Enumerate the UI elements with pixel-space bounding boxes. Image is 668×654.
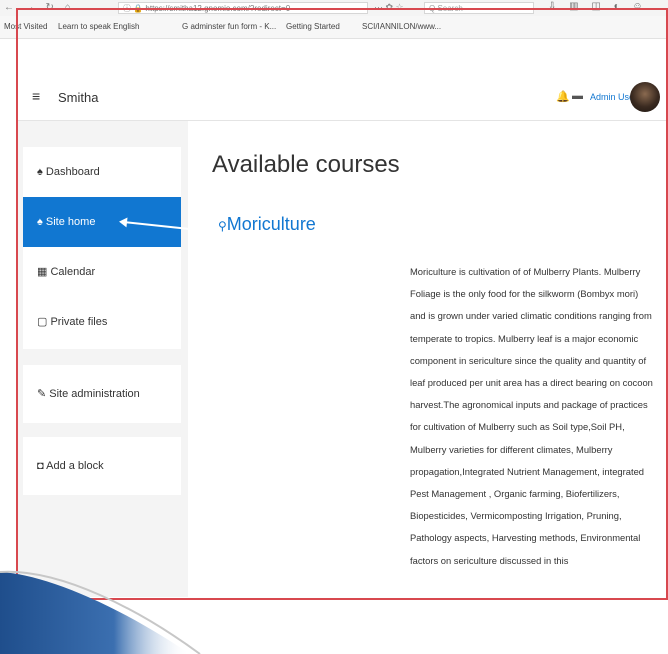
nav-block: ♠ Dashboard ♠ Site home ▦ Calendar ▢ Pri… bbox=[23, 147, 191, 349]
sidebar-nav: ♠ Dashboard ♠ Site home ▦ Calendar ▢ Pri… bbox=[18, 121, 191, 597]
sidebar-item-site-home[interactable]: ♠ Site home bbox=[23, 197, 191, 247]
sidebar-item-calendar[interactable]: ▦ Calendar bbox=[23, 247, 181, 297]
sidebar-item-add-a-block[interactable]: ◘ Add a block bbox=[23, 441, 181, 491]
bookmark-item[interactable]: SCI/IANNILON/www... bbox=[362, 22, 441, 31]
page-actions-icon[interactable]: ··· ✿ ☆ bbox=[374, 2, 404, 13]
add-block-block: ◘ Add a block bbox=[23, 437, 181, 495]
annotation-arrow bbox=[122, 221, 191, 231]
sidebar-item-label: Calendar bbox=[50, 266, 96, 278]
course-link[interactable]: ⚲Moriculture bbox=[218, 214, 316, 235]
plus-square-icon: ◘ bbox=[37, 460, 44, 472]
avatar[interactable] bbox=[630, 82, 660, 112]
course-icon: ⚲ bbox=[218, 219, 227, 233]
bookmark-item[interactable]: Getting Started bbox=[286, 22, 340, 31]
site-name[interactable]: Smitha bbox=[58, 90, 98, 105]
slide-swoosh-decoration bbox=[0, 570, 201, 654]
main-content: Available courses ⚲Moriculture Moricultu… bbox=[188, 121, 666, 597]
sidebar-item-label: Dashboard bbox=[45, 166, 100, 178]
sidebar-item-private-files[interactable]: ▢ Private files bbox=[23, 297, 181, 347]
sidebar-item-label: Site home bbox=[45, 216, 96, 228]
course-name: Moriculture bbox=[226, 214, 316, 234]
bookmark-item[interactable]: G adminster fun form - K... bbox=[182, 22, 276, 31]
sidebar-item-site-administration[interactable]: ✎ Site administration bbox=[23, 369, 181, 419]
app-header: ≡ Smitha 🔔 ▬ Admin User bbox=[18, 76, 666, 121]
messages-icon[interactable]: ▬ bbox=[572, 90, 583, 102]
browser-toolbar: ← → ↻ ⌂ ⓘ 🔒 https://smitha12.gnomio.com/… bbox=[0, 0, 668, 16]
browser-search-input[interactable]: Q Search bbox=[424, 2, 534, 14]
bookmark-item[interactable]: Learn to speak English bbox=[58, 22, 139, 31]
home-icon: ♠ bbox=[37, 216, 43, 228]
menu-icon[interactable]: ≡ bbox=[32, 88, 40, 104]
admin-block: ✎ Site administration bbox=[23, 365, 181, 423]
bookmark-item[interactable]: Most Visited bbox=[4, 22, 47, 31]
bookmarks-bar: Most Visited Learn to speak English G ad… bbox=[0, 16, 668, 39]
page-title: Available courses bbox=[212, 151, 400, 178]
wrench-icon: ✎ bbox=[37, 388, 47, 400]
notification-icon[interactable]: 🔔 bbox=[556, 90, 570, 103]
sidebar-item-dashboard[interactable]: ♠ Dashboard bbox=[23, 147, 181, 197]
course-summary: Moriculture is cultivation of of Mulberr… bbox=[410, 266, 653, 566]
sidebar-item-label: Site administration bbox=[49, 388, 140, 400]
sidebar-item-label: Private files bbox=[50, 316, 108, 328]
file-icon: ▢ bbox=[37, 316, 48, 328]
sidebar-item-label: Add a block bbox=[46, 460, 104, 472]
dashboard-icon: ♠ bbox=[37, 166, 43, 178]
browser-nav-buttons[interactable]: ← → ↻ ⌂ bbox=[4, 2, 75, 13]
browser-toolbar-icons[interactable]: ⇩ ▥ ◫ ◐ ☺ bbox=[548, 1, 648, 12]
address-bar[interactable]: ⓘ 🔒 https://smitha12.gnomio.com/?redirec… bbox=[118, 2, 368, 14]
calendar-icon: ▦ bbox=[37, 266, 48, 278]
